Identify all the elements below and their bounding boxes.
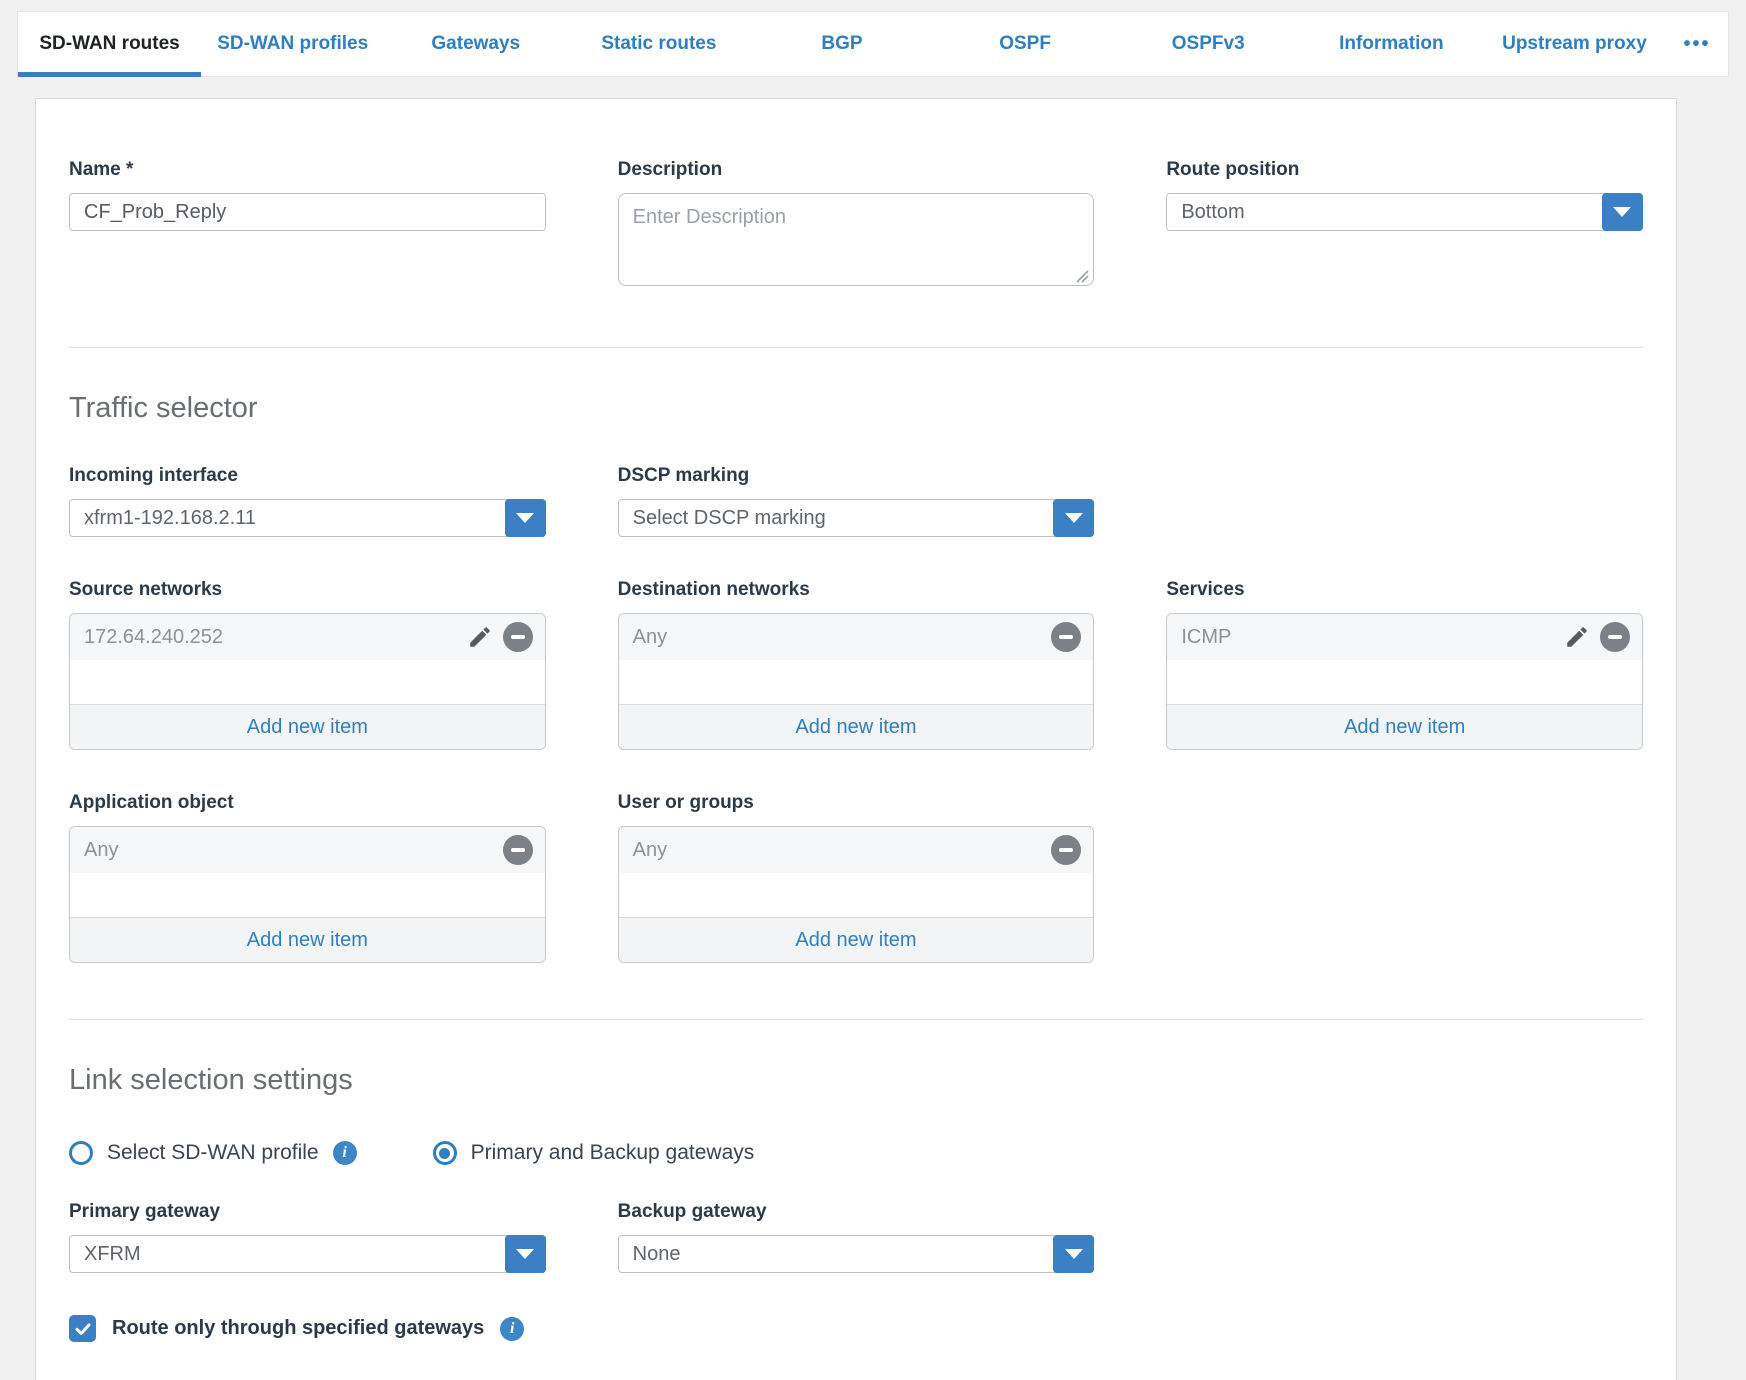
tab-ospfv3[interactable]: OSPFv3 [1117,12,1300,76]
chevron-down-icon[interactable] [1053,499,1094,537]
list-item-value: Any [633,626,1052,649]
name-label: Name * [69,159,546,181]
chevron-down-icon[interactable] [1053,1235,1094,1273]
incoming-interface-select[interactable]: xfrm1-192.168.2.11 [69,499,546,537]
services-label: Services [1166,579,1643,601]
edit-pencil-icon[interactable] [467,624,493,650]
list-item-value: Any [633,839,1052,862]
description-textarea[interactable] [618,193,1095,286]
name-input[interactable] [69,193,546,231]
list-item: ICMP [1167,614,1642,660]
tab-sdwan-routes[interactable]: SD-WAN routes [18,12,201,76]
add-new-item-button[interactable]: Add new item [619,917,1094,962]
radio-label: Primary and Backup gateways [471,1141,755,1165]
dscp-marking-value: Select DSCP marking [633,507,826,530]
route-only-label: Route only through specified gateways [112,1317,484,1340]
description-label: Description [618,159,1095,181]
info-icon[interactable]: i [500,1317,524,1341]
user-or-groups-list: Any Add new item [618,826,1095,963]
primary-gateway-select[interactable]: XFRM [69,1235,546,1273]
route-position-select[interactable]: Bottom [1166,193,1643,231]
remove-item-icon[interactable] [1051,622,1081,652]
chevron-down-icon[interactable] [505,499,546,537]
remove-item-icon[interactable] [1600,622,1630,652]
source-networks-label: Source networks [69,579,546,601]
tab-upstream-proxy[interactable]: Upstream proxy [1483,12,1666,76]
remove-item-icon[interactable] [1051,835,1081,865]
name-field-group: Name * [69,159,546,291]
user-or-groups-group: User or groups Any Add new item [618,792,1095,963]
tab-ospf[interactable]: OSPF [934,12,1117,76]
services-group: Services ICMP Add new item [1166,579,1643,750]
destination-networks-list: Any Add new item [618,613,1095,750]
add-new-item-button[interactable]: Add new item [70,704,545,749]
list-item: Any [70,827,545,873]
backup-gateway-label: Backup gateway [618,1201,1095,1223]
list-item: Any [619,827,1094,873]
chevron-down-icon[interactable] [1602,193,1643,231]
route-position-group: Route position Bottom [1166,159,1643,291]
add-new-item-button[interactable]: Add new item [619,704,1094,749]
section-divider [69,1019,1643,1020]
tab-sdwan-profiles[interactable]: SD-WAN profiles [201,12,384,76]
radio-icon[interactable] [433,1141,457,1165]
destination-networks-group: Destination networks Any Add new item [618,579,1095,750]
more-tabs-icon[interactable]: ••• [1666,12,1728,76]
route-position-label: Route position [1166,159,1643,181]
incoming-interface-group: Incoming interface xfrm1-192.168.2.11 [69,465,546,537]
user-or-groups-label: User or groups [618,792,1095,814]
list-item-value: 172.64.240.252 [84,626,467,649]
radio-select-sdwan-profile[interactable]: Select SD-WAN profile [69,1141,319,1165]
traffic-selector-title: Traffic selector [69,392,1643,425]
description-field-group: Description [618,159,1095,291]
source-networks-group: Source networks 172.64.240.252 Add new i… [69,579,546,750]
incoming-interface-label: Incoming interface [69,465,546,487]
source-networks-list: 172.64.240.252 Add new item [69,613,546,750]
chevron-down-icon[interactable] [505,1235,546,1273]
sdwan-route-form: Name * Description Route position Bottom… [35,98,1677,1380]
add-new-item-button[interactable]: Add new item [1167,704,1642,749]
backup-gateway-group: Backup gateway None [618,1201,1095,1273]
tab-static-routes[interactable]: Static routes [567,12,750,76]
info-icon[interactable]: i [333,1141,357,1165]
dscp-marking-group: DSCP marking Select DSCP marking [618,465,1095,537]
list-item: 172.64.240.252 [70,614,545,660]
tab-gateways[interactable]: Gateways [384,12,567,76]
backup-gateway-value: None [633,1243,681,1266]
remove-item-icon[interactable] [503,835,533,865]
application-object-label: Application object [69,792,546,814]
application-object-list: Any Add new item [69,826,546,963]
section-divider [69,347,1643,348]
tab-bar: SD-WAN routes SD-WAN profiles Gateways S… [17,11,1729,77]
edit-pencil-icon[interactable] [1564,624,1590,650]
add-new-item-button[interactable]: Add new item [70,917,545,962]
dscp-marking-label: DSCP marking [618,465,1095,487]
remove-item-icon[interactable] [503,622,533,652]
route-position-value: Bottom [1181,201,1244,224]
list-item-value: Any [84,839,503,862]
tab-information[interactable]: Information [1300,12,1483,76]
backup-gateway-select[interactable]: None [618,1235,1095,1273]
primary-gateway-group: Primary gateway XFRM [69,1201,546,1273]
incoming-interface-value: xfrm1-192.168.2.11 [84,507,256,530]
radio-icon[interactable] [69,1141,93,1165]
radio-label: Select SD-WAN profile [107,1141,319,1165]
link-selection-title: Link selection settings [69,1064,1643,1097]
services-list: ICMP Add new item [1166,613,1643,750]
primary-gateway-value: XFRM [84,1243,141,1266]
radio-primary-backup-gateways[interactable]: Primary and Backup gateways [433,1141,755,1165]
application-object-group: Application object Any Add new item [69,792,546,963]
destination-networks-label: Destination networks [618,579,1095,601]
primary-gateway-label: Primary gateway [69,1201,546,1223]
route-only-checkbox[interactable] [69,1315,96,1342]
list-item-value: ICMP [1181,626,1564,649]
dscp-marking-select[interactable]: Select DSCP marking [618,499,1095,537]
list-item: Any [619,614,1094,660]
tab-bgp[interactable]: BGP [750,12,933,76]
